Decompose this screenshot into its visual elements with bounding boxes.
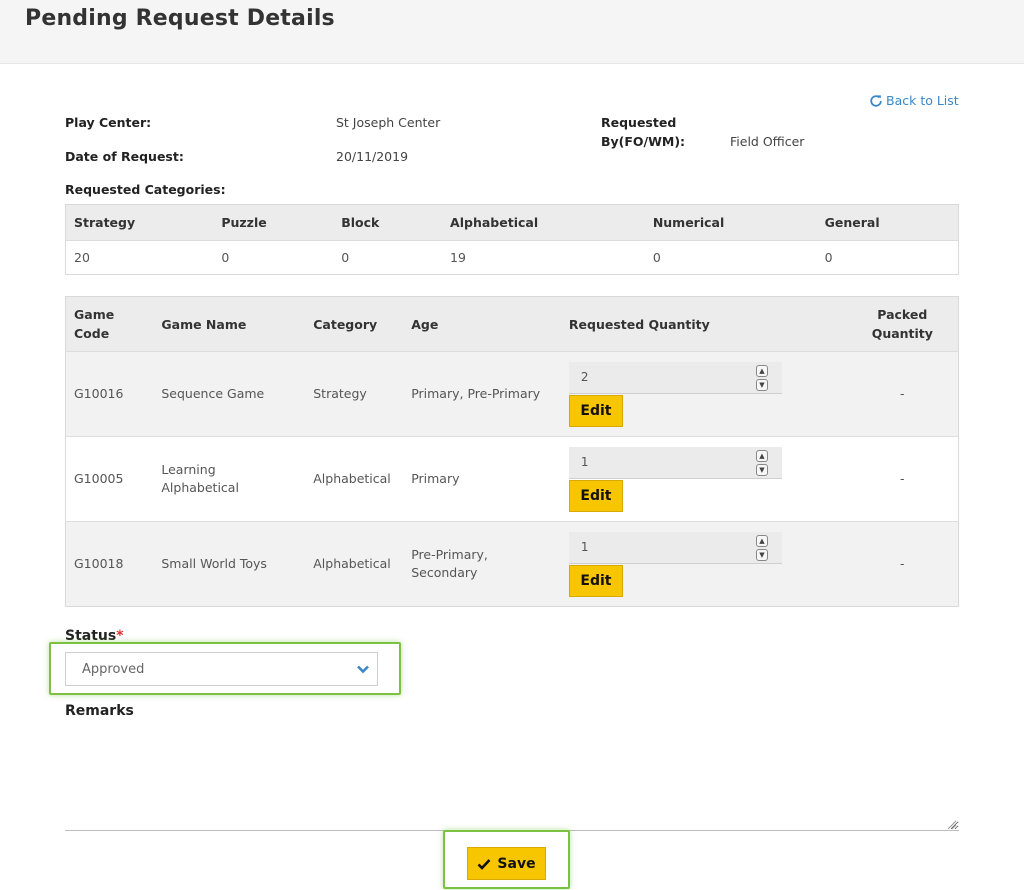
check-icon xyxy=(478,858,491,870)
quantity-input[interactable]: 1 xyxy=(568,446,782,479)
table-row: G10005 Learning Alphabetical Alphabetica… xyxy=(65,436,959,522)
requested-quantity-header: Requested Quantity xyxy=(560,296,847,352)
packed-quantity: - xyxy=(846,436,959,522)
category-header: Strategy xyxy=(65,204,214,241)
requested-by-label-line2: By(FO/WM): xyxy=(601,134,686,149)
date-of-request-label: Date of Request: xyxy=(65,149,184,164)
table-row: G10018 Small World Toys Alphabetical Pre… xyxy=(65,521,959,607)
save-button[interactable]: Save xyxy=(467,847,546,880)
back-to-list-label: Back to List xyxy=(886,93,959,108)
table-row: G10016 Sequence Game Strategy Primary, P… xyxy=(65,351,959,437)
category-value: 0 xyxy=(824,250,833,265)
decrement-icon[interactable]: ▼ xyxy=(755,378,768,391)
decrement-icon[interactable]: ▼ xyxy=(755,548,768,561)
page-title: Pending Request Details xyxy=(25,6,335,31)
status-select[interactable]: Approved xyxy=(65,652,378,686)
refresh-icon xyxy=(870,94,882,107)
game-code: G10016 xyxy=(65,351,154,437)
play-center-value: St Joseph Center xyxy=(336,115,441,130)
game-category: Alphabetical xyxy=(305,436,404,522)
category-value: 0 xyxy=(652,250,661,265)
edit-button[interactable]: Edit xyxy=(568,564,623,597)
packed-quantity-header: Packed Quantity xyxy=(846,296,959,352)
age-header: Age xyxy=(403,296,561,352)
category-header: General xyxy=(816,204,959,241)
requested-by-value: Field Officer xyxy=(730,134,805,149)
requested-quantity-cell: 2 ▲ ▼ Edit xyxy=(560,351,847,437)
game-name: Sequence Game xyxy=(153,351,306,437)
game-category: Alphabetical xyxy=(305,521,404,607)
status-selected-value: Approved xyxy=(82,661,145,677)
category-header: Block xyxy=(333,204,443,241)
category-col-header: Category xyxy=(305,296,404,352)
game-age: Primary xyxy=(403,436,561,522)
requested-categories-label: Requested Categories: xyxy=(65,182,226,197)
increment-icon[interactable]: ▲ xyxy=(755,534,768,547)
categories-table: Strategy Puzzle Block Alphabetical Numer… xyxy=(65,204,959,275)
requested-quantity-cell: 1 ▲ ▼ Edit xyxy=(560,521,847,607)
packed-quantity: - xyxy=(846,521,959,607)
quantity-stepper[interactable]: 2 ▲ ▼ xyxy=(568,361,782,394)
page-header: Pending Request Details xyxy=(0,0,1024,64)
remarks-textarea[interactable] xyxy=(65,725,959,831)
increment-icon[interactable]: ▲ xyxy=(755,364,768,377)
game-name-header: Game Name xyxy=(153,296,306,352)
category-header: Numerical xyxy=(644,204,817,241)
category-header: Alphabetical xyxy=(442,204,645,241)
remarks-label: Remarks xyxy=(65,703,134,719)
game-age: Primary, Pre-Primary xyxy=(403,351,561,437)
category-value: 0 xyxy=(221,250,230,265)
requested-quantity-cell: 1 ▲ ▼ Edit xyxy=(560,436,847,522)
categories-header-row: Strategy Puzzle Block Alphabetical Numer… xyxy=(65,204,959,241)
game-name: Learning Alphabetical xyxy=(153,436,306,522)
game-code-header: Game Code xyxy=(65,296,154,352)
resize-grip-icon[interactable] xyxy=(946,819,957,830)
back-to-list-link[interactable]: Back to List xyxy=(869,93,959,108)
edit-button[interactable]: Edit xyxy=(568,394,623,427)
save-label: Save xyxy=(497,855,536,872)
play-center-label: Play Center: xyxy=(65,115,152,130)
requested-by-label-line1: Requested xyxy=(601,115,677,130)
category-value: 0 xyxy=(341,250,350,265)
games-header-row: Game Code Game Name Category Age Requeste… xyxy=(65,296,959,352)
category-value: 19 xyxy=(450,250,466,265)
quantity-stepper[interactable]: 1 ▲ ▼ xyxy=(568,531,782,564)
category-header: Puzzle xyxy=(213,204,334,241)
game-name: Small World Toys xyxy=(153,521,306,607)
decrement-icon[interactable]: ▼ xyxy=(755,463,768,476)
category-value: 20 xyxy=(74,250,90,265)
game-category: Strategy xyxy=(305,351,404,437)
chevron-down-icon xyxy=(357,665,369,674)
games-table: Game Code Game Name Category Age Requeste… xyxy=(65,296,959,607)
packed-quantity: - xyxy=(846,351,959,437)
quantity-input[interactable]: 1 xyxy=(568,531,782,564)
increment-icon[interactable]: ▲ xyxy=(755,449,768,462)
game-age: Pre-Primary, Secondary xyxy=(403,521,561,607)
categories-value-row: 20 0 0 19 0 0 xyxy=(66,241,959,275)
quantity-stepper[interactable]: 1 ▲ ▼ xyxy=(568,446,782,479)
edit-button[interactable]: Edit xyxy=(568,479,623,512)
game-code: G10018 xyxy=(65,521,154,607)
game-code: G10005 xyxy=(65,436,154,522)
quantity-input[interactable]: 2 xyxy=(568,361,782,394)
date-of-request-value: 20/11/2019 xyxy=(336,149,409,164)
